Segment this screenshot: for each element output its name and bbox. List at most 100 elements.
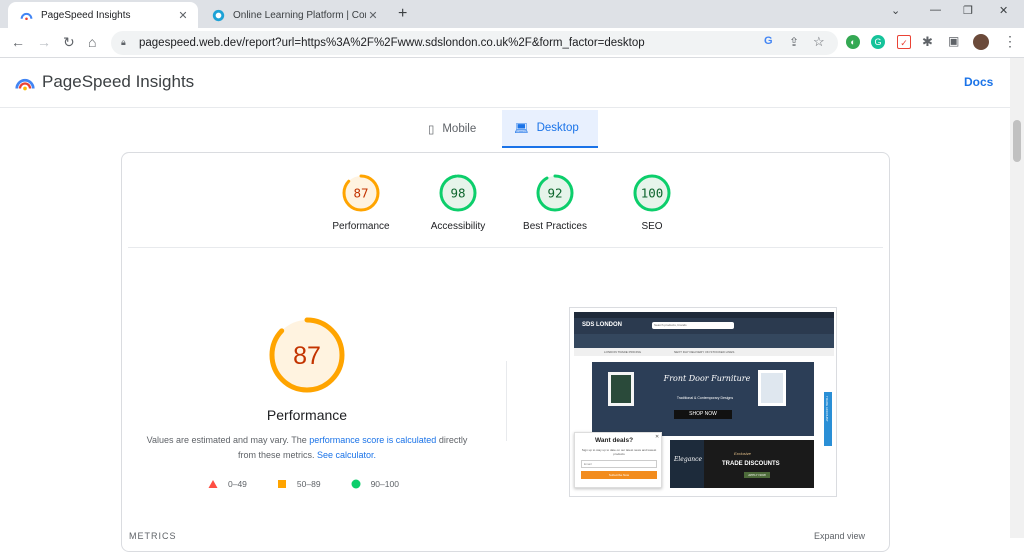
legend-range: 50–89 [296, 479, 321, 489]
scrollbar[interactable] [1010, 58, 1024, 538]
big-gauge-score: 87 [293, 342, 321, 370]
ss-tile2-button: APPLY NOW [744, 472, 770, 478]
tab-title: Online Learning Platform | Corpo [233, 9, 366, 21]
docs-link[interactable]: Docs [964, 75, 993, 89]
score-gauge-seo[interactable]: 100 SEO [607, 173, 697, 232]
new-tab-icon[interactable]: + [398, 5, 407, 23]
phone-icon: ▯ [428, 124, 435, 136]
ss-tile2-title: TRADE DISCOUNTS [722, 461, 780, 467]
gauge-score: 92 [547, 186, 562, 201]
legend-fail: 0–49 [208, 479, 247, 489]
gauge-score: 100 [641, 186, 664, 201]
learning-platform-favicon-icon [212, 9, 225, 21]
ss-strip-left: LONDON TRADE PRICING [604, 350, 642, 354]
menu-dots-icon[interactable]: ⋮ [1003, 33, 1017, 50]
performance-big-gauge: 87 [269, 317, 345, 393]
legend-range: 0–49 [228, 479, 247, 489]
share-icon[interactable]: ⇪ [789, 35, 799, 49]
profile-avatar[interactable] [973, 34, 989, 50]
close-tab-icon[interactable]: ✕ [366, 9, 380, 22]
forward-icon[interactable]: → [37, 34, 51, 50]
divider [128, 247, 883, 248]
gauge-label: Accessibility [430, 221, 486, 232]
ss-door-image [758, 370, 786, 406]
gauge-ring: 100 [633, 174, 671, 212]
gauge-ring: 98 [439, 174, 477, 212]
browser-tab-bar: PageSpeed Insights ✕ Online Learning Pla… [0, 0, 1024, 28]
legend-pass: 90–100 [351, 479, 399, 489]
tab-search-icon[interactable]: ⌄ [891, 4, 900, 17]
ss-door-image [608, 372, 634, 406]
restore-icon[interactable]: ❐ [963, 4, 973, 17]
ss-side-tab-label: TRADE ACCOUNT [825, 396, 829, 422]
back-icon[interactable]: ← [11, 34, 25, 50]
ss-menu [574, 334, 834, 348]
expand-view-link[interactable]: Expand view [814, 531, 865, 541]
ss-tile2-top: Exclusive [734, 451, 751, 456]
page-title: PageSpeed Insights [42, 72, 195, 91]
score-calculated-link[interactable]: performance score is calculated [309, 435, 436, 445]
ss-strip: LONDON TRADE PRICING NEXT DAY DELIVERY O… [574, 348, 834, 356]
tab-online-learning[interactable]: Online Learning Platform | Corpo ✕ [200, 2, 388, 28]
legend-range: 90–100 [370, 479, 399, 489]
psi-header: PageSpeed Insights Docs [0, 58, 1010, 108]
ss-tile-trade: Exclusive TRADE DISCOUNTS APPLY NOW [704, 440, 814, 488]
tab-pagespeed[interactable]: PageSpeed Insights ✕ [8, 2, 198, 28]
gauge-score: 98 [450, 186, 465, 201]
ss-tile1-text: Elegance [674, 456, 703, 463]
score-legend: 0–49 50–89 90–100 [208, 479, 429, 489]
grammarly-icon[interactable]: G [871, 35, 885, 49]
performance-description: Values are estimated and may vary. The p… [142, 433, 472, 463]
ss-strip-mid: NEXT DAY DELIVERY ON STOCKED LINES [674, 350, 735, 354]
ss-hero: Front Door Furniture Traditional & Conte… [592, 362, 814, 436]
gauge-label: SEO [641, 221, 663, 232]
bookmark-star-icon[interactable]: ☆ [813, 34, 825, 50]
ss-popup-email: Email [581, 460, 657, 468]
reload-icon[interactable]: ↻ [63, 34, 75, 51]
legend-average: 50–89 [277, 479, 321, 489]
score-gauge-best-practices[interactable]: 92 Best Practices [510, 173, 600, 232]
home-icon[interactable]: ⌂ [88, 34, 96, 50]
scrollbar-thumb[interactable] [1013, 120, 1021, 162]
extension-icon[interactable]: ◐ [846, 35, 860, 49]
minimize-icon[interactable]: — [930, 4, 941, 16]
ss-tile-elegance: Elegance [670, 440, 706, 488]
ss-search: Search products, brands [652, 322, 734, 329]
close-tab-icon[interactable]: ✕ [176, 9, 190, 22]
ss-header: SDS LONDON Search products, brands [574, 318, 834, 334]
gauge-score: 87 [353, 186, 368, 201]
vertical-divider [506, 361, 507, 441]
page-screenshot: SDS LONDON Search products, brands LONDO… [569, 307, 837, 497]
address-bar[interactable]: 🔒︎ pagespeed.web.dev/report?url=https%3A… [111, 31, 838, 55]
ss-popup-close-icon: ✕ [655, 434, 660, 440]
pdf-extension-icon[interactable]: ✓ [897, 35, 911, 49]
laptop-icon: 💻︎ [514, 123, 529, 135]
score-gauge-performance[interactable]: 87 Performance [316, 173, 406, 232]
close-window-icon[interactable]: ✕ [999, 4, 1008, 17]
tab-mobile-label: Mobile [442, 123, 477, 135]
red-triangle-icon [208, 480, 218, 488]
gauge-label: Best Practices [523, 221, 587, 232]
extensions-puzzle-icon[interactable]: ✱ [922, 34, 933, 50]
desc-text: Values are estimated and may vary. The [146, 435, 310, 445]
ss-popup-button: Subscribe Now [581, 471, 657, 479]
see-calculator-link[interactable]: See calculator. [317, 450, 376, 460]
gauge-label: Performance [332, 221, 390, 232]
score-gauge-accessibility[interactable]: 98 Accessibility [413, 173, 503, 232]
browser-toolbar: ← → ↻ ⌂ 🔒︎ pagespeed.web.dev/report?url=… [0, 28, 1024, 58]
ss-hero-subtitle: Traditional & Contemporary Designs [676, 396, 734, 400]
performance-label: Performance [266, 407, 348, 423]
ss-shop-button: SHOP NOW [674, 410, 732, 419]
report-card: 87 Performance 98 Accessibility 92 Best Pract… [121, 152, 890, 552]
orange-square-icon [277, 480, 286, 488]
side-panel-icon[interactable]: ▣ [948, 34, 959, 48]
tab-desktop[interactable]: 💻︎ Desktop [502, 110, 598, 148]
lock-icon: 🔒︎ [121, 37, 126, 47]
ss-popup-text: Sign up to stay up to date on our latest… [581, 448, 657, 456]
ss-hero-title: Front Door Furniture [663, 374, 751, 383]
tab-mobile[interactable]: ▯ Mobile [416, 110, 502, 148]
google-icon[interactable]: G [764, 35, 773, 47]
pagespeed-favicon-icon [20, 12, 33, 20]
ss-logo: SDS LONDON [582, 322, 623, 328]
metrics-heading: METRICS [129, 531, 177, 541]
